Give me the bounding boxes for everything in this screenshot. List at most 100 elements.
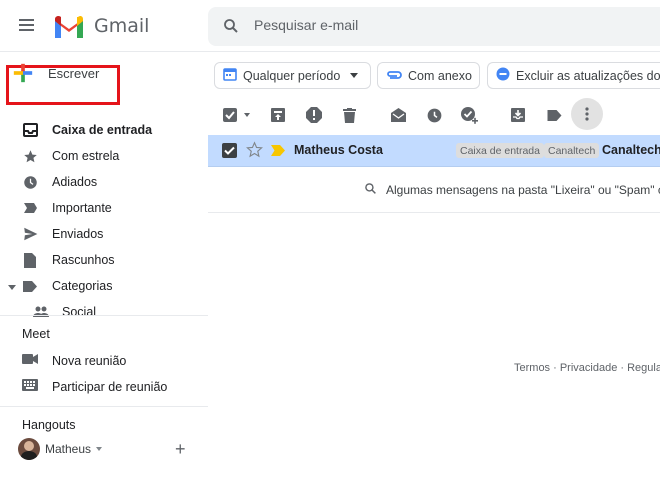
- checkmark-icon: [224, 146, 235, 155]
- search-icon: [364, 182, 377, 198]
- sidebar-item-important[interactable]: Importante: [0, 195, 208, 221]
- sidebar-item-label: Enviados: [52, 227, 104, 241]
- inbox-icon: [22, 122, 38, 138]
- attachment-filter-chip[interactable]: Com anexo: [377, 62, 480, 89]
- sidebar-nav: Caixa de entrada Com estrela Adiados Imp…: [0, 117, 208, 325]
- sidebar-item-sent[interactable]: Enviados: [0, 221, 208, 247]
- archive-icon: [271, 108, 285, 122]
- message-toolbar: [208, 97, 660, 133]
- draft-icon: [22, 252, 38, 268]
- email-row[interactable]: Matheus Costa Caixa de entrada Canaltech…: [208, 135, 660, 167]
- sidebar-item-categories[interactable]: Categorias: [0, 273, 208, 299]
- people-icon: [33, 304, 49, 320]
- checkbox-checked-icon: [223, 108, 250, 122]
- sidebar-item-social[interactable]: Social: [0, 299, 208, 325]
- meet-title: Meet: [22, 327, 50, 341]
- keyboard-icon: [22, 379, 38, 394]
- sidebar-item-starred[interactable]: Com estrela: [0, 143, 208, 169]
- content-divider: [208, 212, 660, 213]
- open-envelope-icon: [390, 108, 406, 122]
- archive-button[interactable]: [266, 103, 290, 127]
- mark-as-read-button[interactable]: [386, 103, 410, 127]
- exclude-updates-chip[interactable]: Excluir as atualizações do: [487, 62, 660, 89]
- date-filter-label: Qualquer período: [243, 68, 341, 83]
- sidebar-item-drafts[interactable]: Rascunhos: [0, 247, 208, 273]
- sidebar-item-label: Social: [62, 305, 97, 319]
- categories-expand-icon[interactable]: [8, 285, 16, 290]
- main-menu-icon[interactable]: [17, 16, 41, 36]
- hangouts-user-name: Matheus: [45, 442, 92, 456]
- sidebar-item-label: Com estrela: [52, 149, 120, 163]
- app-name: Gmail: [94, 15, 150, 37]
- sidebar-item-label: Caixa de entrada: [52, 123, 153, 137]
- star-icon: [22, 148, 38, 164]
- sidebar-item-label: Rascunhos: [52, 253, 115, 267]
- join-meeting-label: Participar de reunião: [52, 379, 168, 394]
- new-meeting-item[interactable]: Nova reunião: [22, 353, 126, 368]
- row-checkbox[interactable]: [222, 143, 237, 158]
- terms-link[interactable]: Termos: [514, 362, 550, 374]
- add-contact-button[interactable]: +: [175, 440, 186, 458]
- star-toggle-icon[interactable]: [246, 141, 263, 161]
- labels-button[interactable]: [542, 103, 566, 127]
- date-filter-chip[interactable]: Qualquer período: [214, 62, 371, 89]
- trash-spam-notice: Algumas mensagens na pasta "Lixeira" ou …: [364, 182, 660, 198]
- hangouts-title: Hangouts: [22, 418, 76, 432]
- sidebar-divider: [0, 406, 208, 407]
- clock-icon: [22, 174, 38, 190]
- more-vertical-icon: [585, 107, 589, 121]
- gmail-logo-icon[interactable]: [53, 14, 85, 41]
- snooze-button[interactable]: [422, 103, 446, 127]
- attachment-filter-label: Com anexo: [408, 68, 472, 83]
- compose-button[interactable]: Escrever: [12, 62, 99, 84]
- report-spam-button[interactable]: [302, 103, 326, 127]
- search-bar[interactable]: [208, 7, 660, 46]
- sidebar-item-inbox[interactable]: Caixa de entrada: [0, 117, 208, 143]
- search-filter-chips: Qualquer período Com anexo Excluir as at…: [214, 62, 660, 90]
- label-icon: [547, 109, 561, 121]
- chevron-down-icon: [96, 447, 103, 451]
- exclude-updates-label: Excluir as atualizações do: [516, 68, 660, 83]
- search-input[interactable]: [254, 17, 554, 33]
- select-all-checkbox[interactable]: [220, 103, 256, 127]
- chevron-down-icon: [350, 73, 359, 78]
- more-options-button[interactable]: [571, 98, 603, 130]
- compose-label: Escrever: [48, 65, 100, 81]
- new-meeting-label: Nova reunião: [52, 353, 127, 368]
- avatar: [18, 438, 40, 460]
- spam-icon: [306, 107, 322, 123]
- attachment-icon: [386, 69, 402, 83]
- email-label-inbox[interactable]: Caixa de entrada: [456, 143, 544, 158]
- move-to-button[interactable]: [506, 103, 530, 127]
- sidebar-divider: [0, 315, 208, 316]
- sidebar: Escrever Caixa de entrada Com estrela Ad…: [0, 52, 208, 495]
- email-sender: Matheus Costa: [294, 143, 383, 157]
- search-icon[interactable]: [222, 17, 240, 38]
- add-to-tasks-button[interactable]: [457, 103, 481, 127]
- join-meeting-item[interactable]: Participar de reunião: [22, 379, 167, 394]
- video-icon: [22, 353, 38, 368]
- important-marker-icon[interactable]: [271, 145, 285, 159]
- sidebar-item-label: Categorias: [52, 279, 113, 293]
- policies-link[interactable]: Regulame: [627, 362, 660, 374]
- compose-plus-icon: [13, 63, 33, 83]
- delete-button[interactable]: [337, 103, 361, 127]
- calendar-icon: [223, 67, 237, 84]
- move-to-inbox-icon: [511, 108, 525, 122]
- app-header: Gmail: [0, 0, 660, 52]
- email-label-canaltech[interactable]: Canaltech: [544, 143, 600, 158]
- hangouts-user[interactable]: Matheus: [18, 438, 103, 460]
- important-icon: [22, 200, 38, 216]
- minus-circle-icon: [496, 67, 510, 84]
- clock-icon: [427, 108, 441, 122]
- send-icon: [22, 226, 38, 242]
- notice-text: Algumas mensagens na pasta "Lixeira" ou …: [386, 183, 660, 197]
- privacy-link[interactable]: Privacidade: [560, 362, 617, 374]
- sidebar-item-label: Importante: [52, 201, 112, 215]
- trash-icon: [342, 107, 356, 123]
- email-subject: Canaltech -: [602, 143, 660, 157]
- sidebar-item-snoozed[interactable]: Adiados: [0, 169, 208, 195]
- footer-links: Termos · Privacidade · Regulame: [514, 362, 660, 374]
- label-icon: [22, 278, 38, 294]
- add-task-icon: [461, 107, 478, 124]
